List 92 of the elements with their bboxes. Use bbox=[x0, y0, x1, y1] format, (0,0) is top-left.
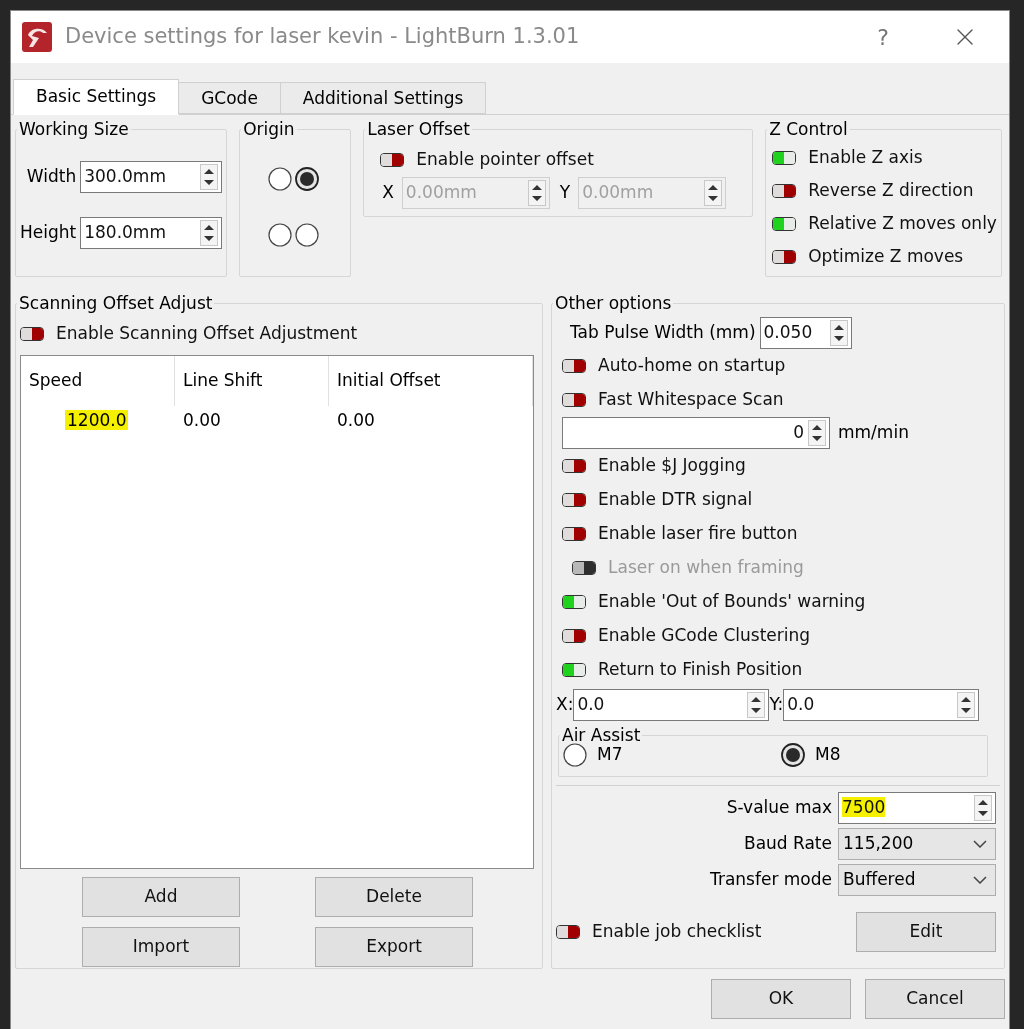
dropdown[interactable]: Buffered bbox=[838, 863, 996, 896]
dialog-button[interactable]: Import bbox=[82, 926, 240, 967]
dialog-button[interactable]: Edit bbox=[856, 911, 996, 952]
toggle-switch[interactable] bbox=[772, 249, 797, 264]
dialog-button[interactable]: Add bbox=[82, 876, 240, 917]
radio-button[interactable] bbox=[781, 742, 805, 767]
group-title: Z Control bbox=[768, 118, 849, 141]
spin-box[interactable]: 0.050 bbox=[759, 316, 852, 349]
toggle-switch[interactable] bbox=[562, 492, 586, 507]
radio-button[interactable] bbox=[268, 166, 293, 191]
unit-label: mm/min bbox=[838, 420, 909, 444]
dialog-button[interactable]: OK bbox=[711, 979, 851, 1019]
toggle-switch[interactable] bbox=[772, 183, 797, 198]
column-header[interactable]: Initial Offset bbox=[329, 355, 533, 406]
toggle-label: Relative Z moves only bbox=[808, 211, 997, 235]
field-label: Y: bbox=[769, 692, 784, 716]
spin-arrows-icon[interactable] bbox=[957, 691, 976, 718]
toggle-label: Enable $J Jogging bbox=[598, 453, 746, 477]
spin-box[interactable]: 300.0mm bbox=[80, 160, 223, 193]
spin-box[interactable]: 0.0 bbox=[783, 688, 980, 721]
group-title: Working Size bbox=[18, 118, 130, 141]
spin-arrows-icon[interactable] bbox=[200, 163, 219, 190]
radio-button[interactable] bbox=[295, 166, 320, 191]
dialog-button[interactable]: Delete bbox=[315, 876, 473, 917]
spin-arrows-icon[interactable] bbox=[747, 691, 766, 718]
spin-arrows-icon[interactable] bbox=[974, 794, 992, 821]
radio-button[interactable] bbox=[268, 222, 293, 247]
chevron-down-icon bbox=[973, 839, 987, 848]
radio-button[interactable] bbox=[295, 222, 320, 247]
radio-label: M8 bbox=[815, 743, 841, 766]
field-label: Y bbox=[559, 180, 571, 204]
column-header[interactable]: Speed bbox=[21, 355, 175, 406]
group-title: Origin bbox=[242, 118, 296, 141]
group-title: Other options bbox=[554, 292, 673, 315]
toggle-label: Laser on when framing bbox=[608, 555, 804, 579]
tab[interactable]: GCode bbox=[179, 82, 281, 114]
toggle-switch[interactable] bbox=[380, 152, 405, 167]
table-cell-text: 0.00 bbox=[182, 408, 222, 432]
toggle-switch[interactable] bbox=[772, 150, 797, 165]
toggle-label: Return to Finish Position bbox=[598, 657, 803, 681]
spin-arrows-icon[interactable] bbox=[808, 419, 826, 446]
toggle-label: Enable 'Out of Bounds' warning bbox=[598, 589, 866, 613]
toggle-label: Enable laser fire button bbox=[598, 521, 798, 545]
app-logo-icon bbox=[21, 21, 53, 53]
toggle-switch[interactable] bbox=[772, 216, 797, 231]
window-title: Device settings for laser kevin - LightBurn 1.3.01 bbox=[65, 23, 581, 51]
tab[interactable]: Additional Settings bbox=[280, 82, 487, 114]
chevron-down-icon bbox=[973, 875, 987, 884]
spin-arrows-icon[interactable] bbox=[829, 319, 848, 346]
dropdown[interactable]: 115,200 bbox=[838, 827, 996, 860]
toggle-label: Optimize Z moves bbox=[808, 244, 964, 268]
table-cell-text: 0.00 bbox=[336, 408, 376, 432]
field-label: Width bbox=[26, 164, 77, 188]
help-button[interactable]: ? bbox=[877, 20, 889, 54]
toggle-label: Enable GCode Clustering bbox=[598, 623, 811, 647]
toggle-switch[interactable] bbox=[562, 392, 586, 407]
field-label: Transfer mode bbox=[710, 867, 832, 891]
tab[interactable]: Basic Settings bbox=[13, 79, 180, 115]
dialog-button[interactable]: Cancel bbox=[865, 979, 1005, 1019]
toggle-switch[interactable] bbox=[556, 924, 580, 939]
toggle-label: Enable Z axis bbox=[808, 145, 923, 169]
field-label: Tab Pulse Width (mm) bbox=[569, 320, 756, 344]
toggle-label: Reverse Z direction bbox=[808, 178, 974, 202]
spin-box[interactable]: 180.0mm bbox=[80, 216, 223, 249]
toggle-switch[interactable] bbox=[562, 458, 586, 473]
dialog-button[interactable]: Export bbox=[315, 926, 473, 967]
toggle-switch[interactable] bbox=[20, 326, 44, 341]
toggle-label: Enable Scanning Offset Adjustment bbox=[56, 321, 358, 345]
toggle-switch[interactable] bbox=[562, 594, 586, 609]
field-label: X bbox=[382, 180, 394, 204]
toggle-label: Enable job checklist bbox=[592, 919, 762, 943]
toggle-switch[interactable] bbox=[562, 526, 586, 541]
toggle-switch[interactable] bbox=[562, 662, 586, 677]
field-label: S-value max bbox=[726, 795, 832, 819]
field-label: Height bbox=[20, 220, 77, 244]
column-header[interactable]: Line Shift bbox=[175, 355, 329, 406]
field-label: X: bbox=[556, 692, 574, 716]
spin-arrows-icon[interactable] bbox=[200, 219, 219, 246]
toggle-label: Enable DTR signal bbox=[598, 487, 753, 511]
spin-box[interactable]: 0.0 bbox=[573, 688, 770, 721]
toggle-label: Auto-home on startup bbox=[598, 353, 786, 377]
radio-button[interactable] bbox=[563, 742, 587, 767]
toggle-switch[interactable] bbox=[562, 358, 586, 373]
group-title: Scanning Offset Adjust bbox=[18, 292, 214, 315]
toggle-switch[interactable] bbox=[562, 628, 586, 643]
spin-box[interactable]: 7500 bbox=[838, 791, 996, 824]
toggle-label: Enable pointer offset bbox=[416, 147, 594, 171]
toggle-label: Fast Whitespace Scan bbox=[598, 387, 784, 411]
group-title: Laser Offset bbox=[366, 118, 471, 141]
spin-box[interactable]: 0 bbox=[562, 416, 830, 449]
table-cell-text: 1200.0 bbox=[64, 408, 130, 432]
field-label: Baud Rate bbox=[743, 831, 832, 855]
